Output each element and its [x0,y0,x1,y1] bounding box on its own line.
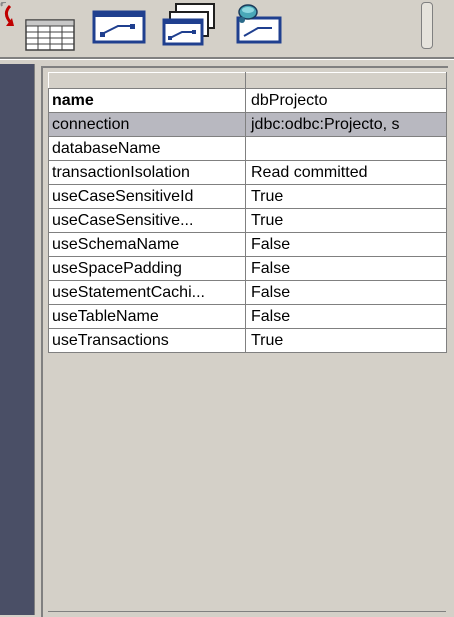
property-value[interactable]: True [245,184,447,209]
property-row[interactable]: connection jdbc:odbc:Projecto, s [48,112,447,137]
property-name[interactable]: useStatementCachi... [48,280,246,305]
property-value[interactable]: False [245,280,447,305]
property-name[interactable]: transactionIsolation [48,160,246,185]
multi-link-icon[interactable] [160,2,220,46]
property-value[interactable]: True [245,208,447,233]
table-refresh-icon[interactable] [0,1,78,51]
property-value[interactable] [245,136,447,161]
property-name[interactable]: useCaseSensitive... [48,208,246,233]
toolbar [0,0,454,57]
property-value[interactable]: True [245,328,447,353]
property-row[interactable]: useCaseSensitiveId True [48,184,447,209]
property-row[interactable]: transactionIsolation Read committed [48,160,447,185]
property-value[interactable]: False [245,304,447,329]
property-name[interactable]: useTransactions [48,328,246,353]
property-row[interactable]: useSpacePadding False [48,256,447,281]
grid-bottom-border [48,611,446,612]
property-name[interactable]: useSpacePadding [48,256,246,281]
column-header-value[interactable] [245,72,447,89]
property-value[interactable]: False [245,232,447,257]
property-row[interactable]: useTableName False [48,304,447,329]
property-row[interactable]: useTransactions True [48,328,447,353]
side-panel-strip [0,64,34,615]
property-grid: name dbProjecto connection jdbc:odbc:Projec… [48,72,447,353]
splitter[interactable] [34,64,41,615]
property-name[interactable]: name [48,88,246,113]
property-value[interactable]: Read committed [245,160,447,185]
database-link-icon[interactable] [232,2,288,46]
property-value[interactable]: jdbc:odbc:Projecto, s [245,112,447,137]
toolbar-grip[interactable] [421,2,433,49]
property-value[interactable]: False [245,256,447,281]
link-icon[interactable] [92,2,152,46]
property-name[interactable]: databaseName [48,136,246,161]
property-row[interactable]: useStatementCachi... False [48,280,447,305]
property-row[interactable]: name dbProjecto [48,88,447,113]
property-row[interactable]: useCaseSensitive... True [48,208,447,233]
toolbar-divider [0,57,454,60]
property-name[interactable]: useSchemaName [48,232,246,257]
column-header-name[interactable] [48,72,246,89]
property-row[interactable]: useSchemaName False [48,232,447,257]
property-row[interactable]: databaseName [48,136,447,161]
property-value[interactable]: dbProjecto [245,88,447,113]
property-name[interactable]: useTableName [48,304,246,329]
property-name[interactable]: useCaseSensitiveId [48,184,246,209]
property-name[interactable]: connection [48,112,246,137]
property-grid-header [48,72,447,89]
